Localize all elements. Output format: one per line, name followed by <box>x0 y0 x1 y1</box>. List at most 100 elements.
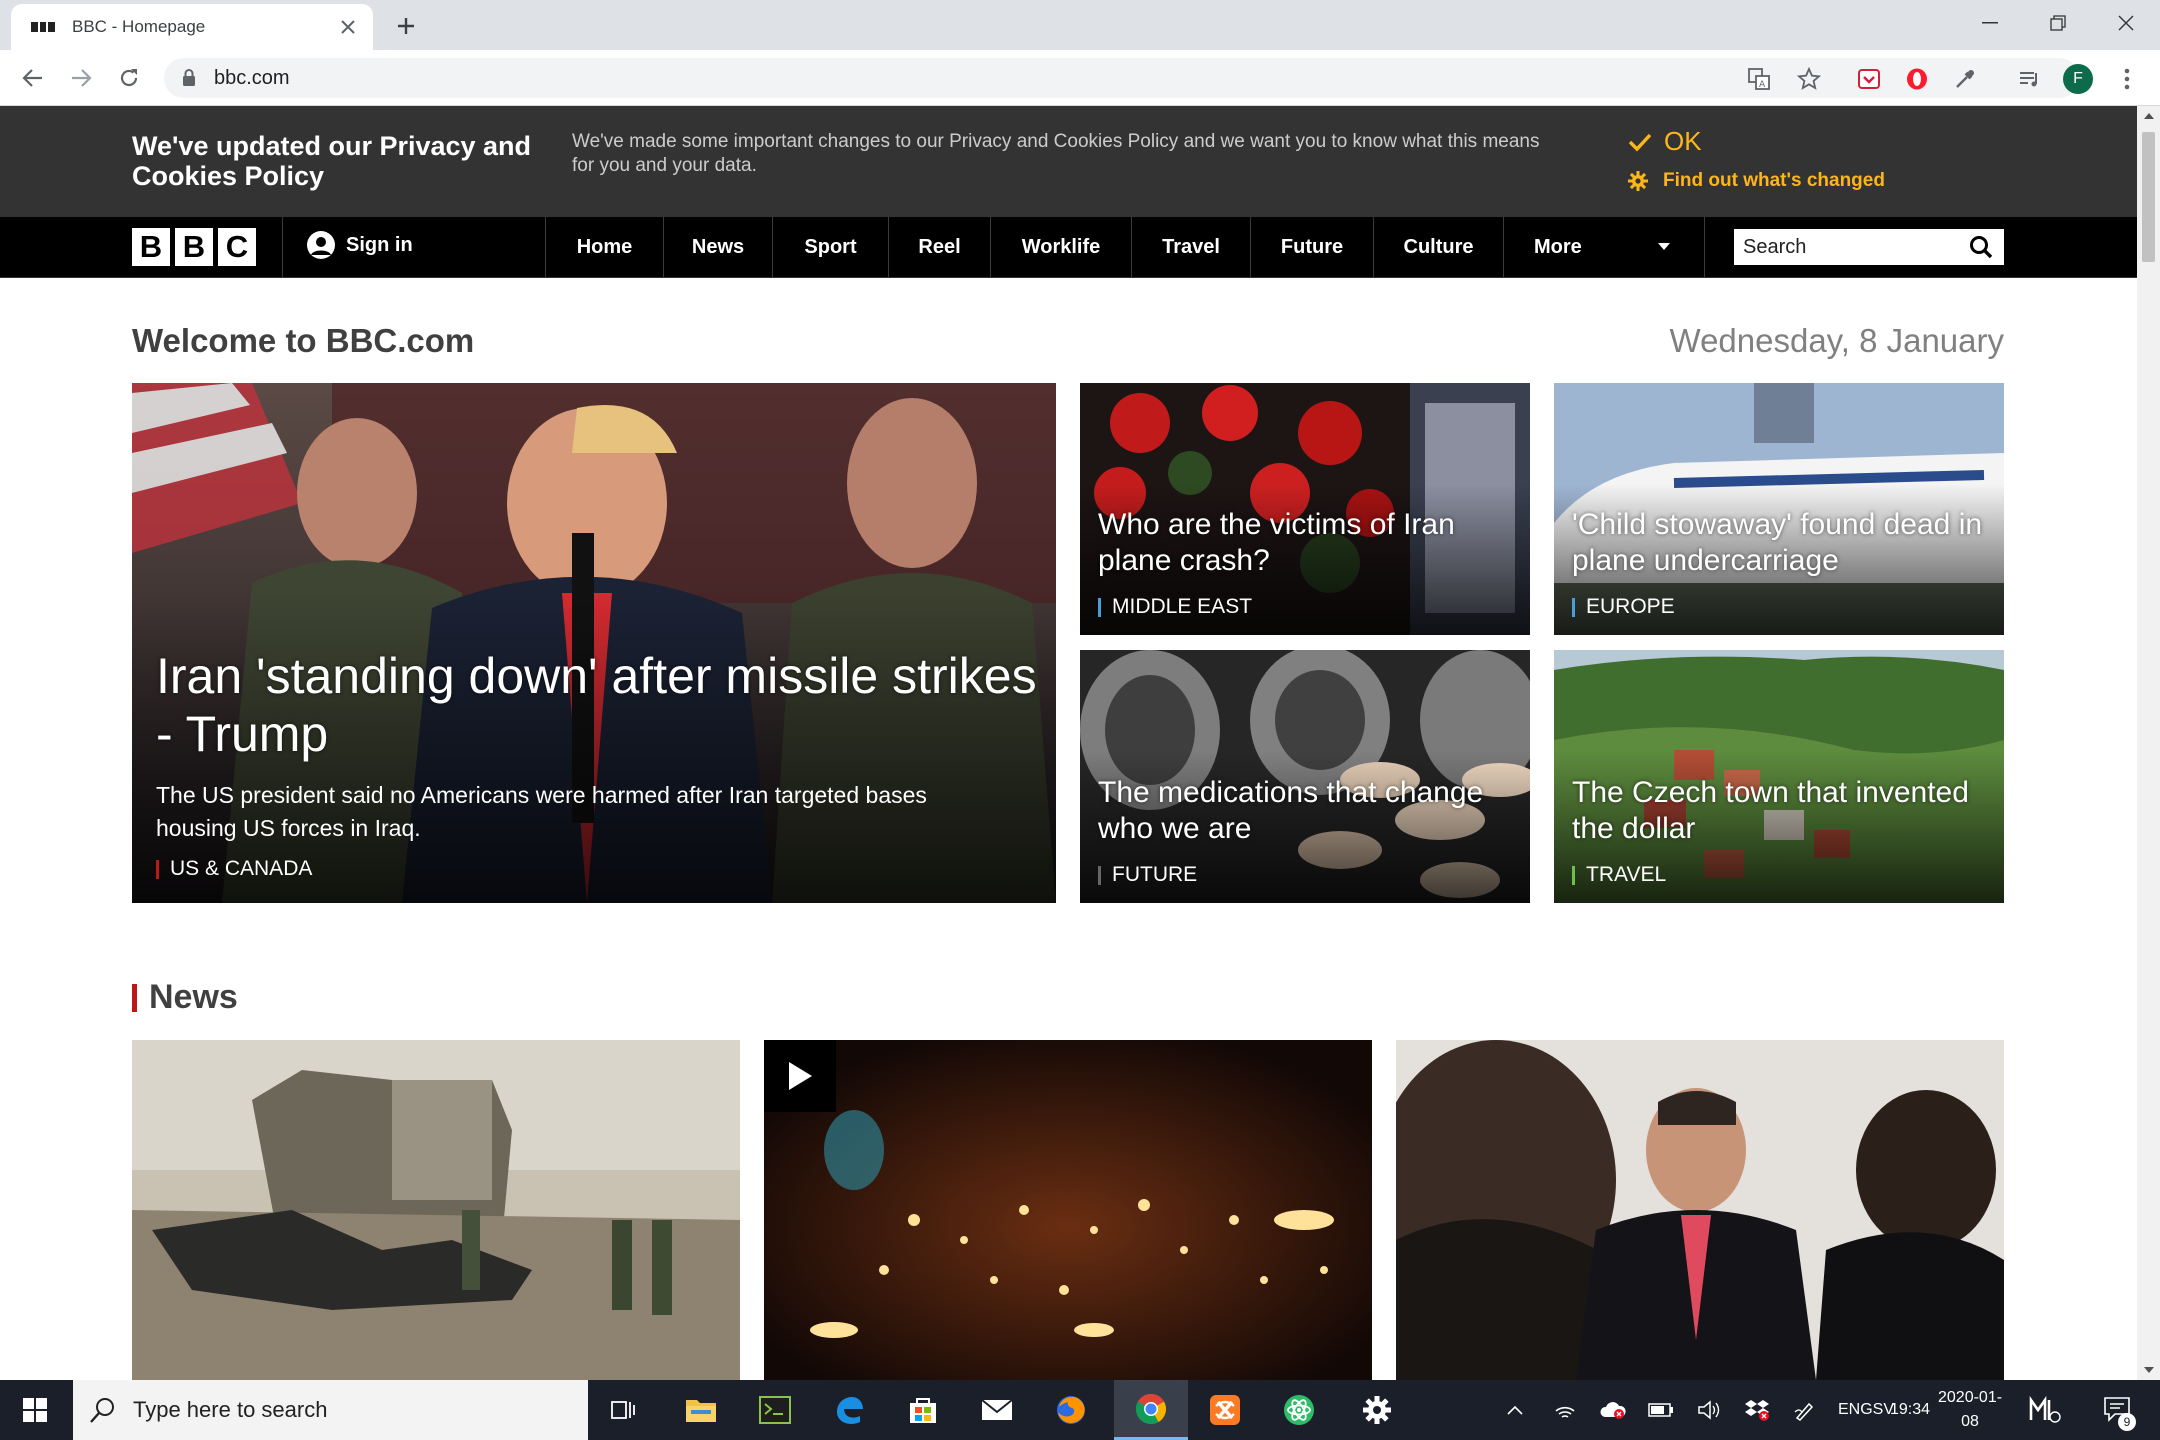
tag-label: MIDDLE EAST <box>1112 595 1253 618</box>
translate-icon[interactable]: A <box>1744 64 1774 94</box>
language-code: ENG <box>1838 1401 1873 1418</box>
teams-icon[interactable] <box>2024 1380 2068 1440</box>
promo-card-medications[interactable]: The medications that change who we are F… <box>1080 650 1530 903</box>
new-tab-button[interactable] <box>392 12 420 40</box>
notification-count-badge: 9 <box>2118 1413 2136 1431</box>
forward-icon[interactable] <box>66 63 96 93</box>
restore-window-icon[interactable] <box>2024 0 2092 46</box>
promo-title[interactable]: Who are the victims of Iran plane crash? <box>1098 507 1498 579</box>
bbc-navigation-bar: B B C Sign in Home News Sport Reel Workl… <box>0 217 2137 278</box>
checkmark-icon <box>1628 133 1652 151</box>
lock-icon[interactable] <box>182 69 200 87</box>
microsoft-store-icon[interactable] <box>886 1380 960 1440</box>
tag-bar <box>1572 597 1575 617</box>
dropbox-icon[interactable] <box>1740 1380 1774 1440</box>
chevron-down-icon <box>1658 243 1670 250</box>
address-bar[interactable]: bbc.com <box>164 58 2079 98</box>
action-center-icon[interactable]: 9 <box>2092 1380 2144 1440</box>
profile-avatar[interactable]: F <box>2063 64 2093 94</box>
tag-bar <box>1572 865 1575 885</box>
battery-icon[interactable] <box>1644 1380 1678 1440</box>
news-section-title: News <box>149 978 238 1016</box>
promo-card-iran-crash-victims[interactable]: Who are the victims of Iran plane crash?… <box>1080 383 1530 635</box>
chrome-icon[interactable] <box>1114 1380 1188 1440</box>
promo-tag[interactable]: EUROPE <box>1572 595 1675 619</box>
news-story-image-crash-site[interactable] <box>132 1040 740 1380</box>
settings-gear-icon[interactable] <box>1340 1380 1414 1440</box>
edge-browser-icon[interactable] <box>812 1380 886 1440</box>
main-promo-title[interactable]: Iran 'standing down' after missile strik… <box>156 647 1056 763</box>
clock-time: 19:34 <box>1890 1401 1931 1418</box>
pocket-extension-icon[interactable] <box>1854 64 1884 94</box>
promo-tag[interactable]: TRAVEL <box>1572 863 1666 887</box>
windows-taskbar: Type here to search ENG SV 19:34 2020-01… <box>0 1380 2160 1440</box>
promo-card-child-stowaway[interactable]: 'Child stowaway' found dead in plane und… <box>1554 383 2004 635</box>
back-icon[interactable] <box>18 63 48 93</box>
browser-toolbar: bbc.com A F <box>0 50 2160 106</box>
nav-item-reel[interactable]: Reel <box>888 217 990 277</box>
xampp-icon[interactable] <box>1188 1380 1262 1440</box>
cloud-sync-icon[interactable] <box>1596 1380 1630 1440</box>
reload-icon[interactable] <box>114 63 144 93</box>
taskbar-search-box[interactable]: Type here to search <box>73 1380 588 1440</box>
show-hidden-icons-chevron-icon[interactable] <box>1498 1380 1532 1440</box>
close-window-icon[interactable] <box>2092 0 2160 46</box>
file-explorer-icon[interactable] <box>664 1380 738 1440</box>
browser-tab-bbc[interactable]: BBC - Homepage <box>11 4 373 50</box>
input-language-indicator[interactable]: ENG SV <box>1838 1380 1894 1440</box>
scroll-up-icon[interactable] <box>2137 106 2160 126</box>
windows-start-icon[interactable] <box>0 1380 70 1440</box>
promo-tag[interactable]: FUTURE <box>1098 863 1197 887</box>
terminal-app-icon[interactable] <box>738 1380 812 1440</box>
bbc-logo[interactable]: B B C <box>132 228 256 266</box>
play-video-button[interactable] <box>764 1040 836 1112</box>
network-icon[interactable] <box>1548 1380 1582 1440</box>
firefox-icon[interactable] <box>1034 1380 1108 1440</box>
news-story-image-press-conference[interactable] <box>1396 1040 2004 1380</box>
taskbar-search-placeholder: Type here to search <box>133 1397 328 1422</box>
mail-icon[interactable] <box>960 1380 1034 1440</box>
pen-workspace-icon[interactable] <box>1788 1380 1822 1440</box>
scroll-down-icon[interactable] <box>2137 1360 2160 1380</box>
close-tab-icon[interactable] <box>337 16 359 38</box>
nav-item-future[interactable]: Future <box>1250 217 1373 277</box>
tag-bar <box>1098 865 1101 885</box>
promo-card-czech-town[interactable]: The Czech town that invented the dollar … <box>1554 650 2004 903</box>
bookmark-star-icon[interactable] <box>1794 64 1824 94</box>
nav-item-travel[interactable]: Travel <box>1131 217 1250 277</box>
volume-icon[interactable] <box>1692 1380 1726 1440</box>
logo-letter: B <box>175 228 213 266</box>
nav-item-news[interactable]: News <box>663 217 772 277</box>
main-promo-summary: The US president said no Americans were … <box>156 782 927 841</box>
nav-item-sport[interactable]: Sport <box>772 217 888 277</box>
media-controls-icon[interactable] <box>2014 64 2044 94</box>
promo-tag[interactable]: MIDDLE EAST <box>1098 595 1252 619</box>
search-input[interactable] <box>1743 235 1963 259</box>
sign-in-link[interactable]: Sign in <box>306 230 413 260</box>
minimize-window-icon[interactable] <box>1956 0 2024 46</box>
atom-editor-icon[interactable] <box>1262 1380 1336 1440</box>
browser-menu-icon[interactable] <box>2112 64 2142 94</box>
nav-item-home[interactable]: Home <box>545 217 663 277</box>
eyedropper-extension-icon[interactable] <box>1950 64 1980 94</box>
taskbar-clock[interactable]: 19:34 2020-01-08 <box>1890 1380 2010 1440</box>
search-icon[interactable] <box>1966 232 1996 262</box>
nav-item-culture[interactable]: Culture <box>1373 217 1503 277</box>
current-date: Wednesday, 8 January <box>1669 322 2004 359</box>
promo-title[interactable]: The Czech town that invented the dollar <box>1572 775 1992 847</box>
promo-title[interactable]: 'Child stowaway' found dead in plane und… <box>1572 507 1992 579</box>
opera-extension-icon[interactable] <box>1902 64 1932 94</box>
scrollbar-thumb[interactable] <box>2142 132 2155 262</box>
privacy-ok-button[interactable]: OK <box>1628 126 1702 157</box>
find-out-changed-link[interactable]: Find out what's changed <box>1628 170 1885 192</box>
main-promo-tag[interactable]: US & CANADA <box>156 857 312 881</box>
page-scrollbar[interactable] <box>2137 106 2160 1380</box>
promo-title[interactable]: The medications that change who we are <box>1098 775 1518 847</box>
nav-item-more[interactable]: More <box>1503 217 1705 277</box>
main-promo[interactable]: Iran 'standing down' after missile strik… <box>132 383 1056 903</box>
news-story-video-explosion[interactable] <box>764 1040 1372 1380</box>
privacy-ok-label: OK <box>1664 126 1702 156</box>
task-view-icon[interactable] <box>586 1380 660 1440</box>
news-section-heading[interactable]: News <box>132 978 238 1017</box>
nav-item-worklife[interactable]: Worklife <box>990 217 1131 277</box>
